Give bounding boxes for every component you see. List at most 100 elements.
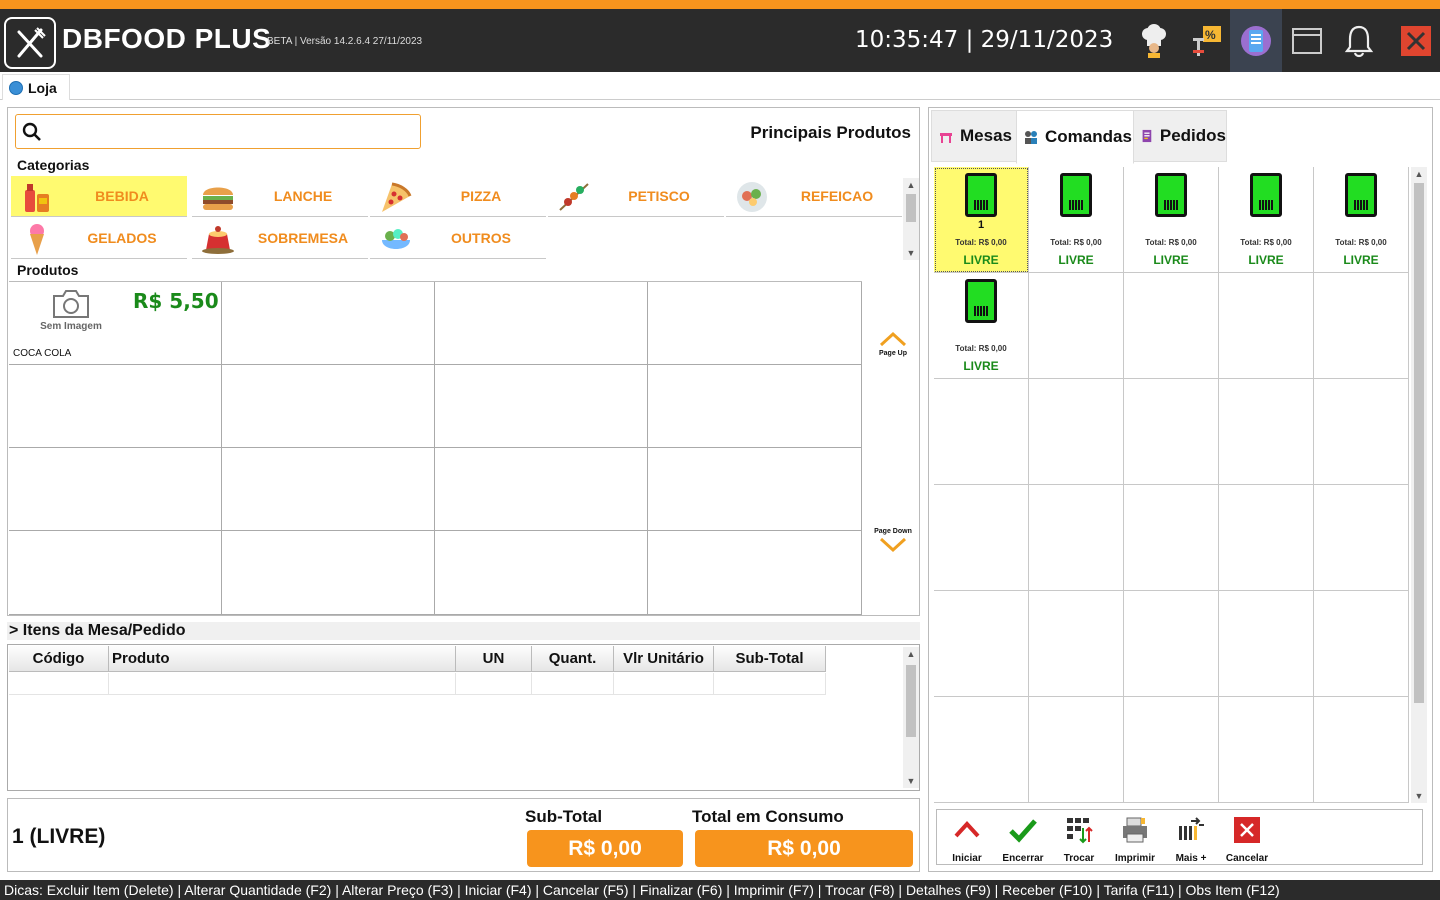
comanda-slot — [934, 591, 1029, 697]
mais-button[interactable]: Mais + — [1163, 814, 1219, 864]
comandas-grid: 1 Total: R$ 0,00 LIVRE Total: R$ 0,00 LI… — [934, 167, 1409, 803]
page-up-button[interactable]: Page Up — [873, 330, 913, 357]
scroll-down-arrow-icon[interactable]: ▼ — [903, 246, 919, 260]
comanda-slot — [934, 379, 1029, 485]
burger-icon — [203, 187, 233, 210]
comanda-slot — [1029, 591, 1124, 697]
comanda-slot — [934, 697, 1029, 803]
tab-loja[interactable]: Loja — [2, 74, 70, 100]
iniciar-button[interactable]: Iniciar — [939, 814, 995, 864]
chef-hat-icon[interactable] — [1128, 9, 1180, 72]
page-down-button[interactable]: Page Down — [873, 528, 913, 555]
product-slot[interactable] — [435, 448, 648, 531]
imprimir-button[interactable]: Imprimir — [1107, 814, 1163, 864]
scroll-down-arrow-icon[interactable]: ▼ — [1411, 789, 1427, 803]
category-lanche[interactable]: LANCHE — [192, 176, 368, 217]
subtotal-value: R$ 0,00 — [527, 830, 683, 867]
category-gelados[interactable]: GELADOS — [11, 218, 187, 259]
encerrar-button[interactable]: Encerrar — [995, 814, 1051, 864]
camera-icon — [53, 290, 89, 318]
window-icon[interactable] — [1281, 9, 1333, 72]
clock-display: 10:35:47 | 29/11/2023 — [855, 27, 1114, 53]
product-slot[interactable] — [648, 365, 862, 448]
product-slot[interactable] — [9, 448, 222, 531]
comanda-slot — [1219, 485, 1314, 591]
comanda-card[interactable]: Total: R$ 0,00 LIVRE — [1314, 167, 1409, 273]
scroll-thumb[interactable] — [906, 665, 916, 737]
product-slot[interactable] — [435, 531, 648, 615]
comanda-card[interactable]: 1 Total: R$ 0,00 LIVRE — [934, 167, 1029, 273]
category-sobremesa[interactable]: SOBREMESA — [192, 218, 368, 259]
table-cell — [456, 673, 532, 695]
search-input[interactable] — [15, 114, 421, 149]
tab-comandas[interactable]: Comandas — [1016, 110, 1134, 164]
categories-scrollbar[interactable]: ▲ ▼ — [903, 178, 919, 260]
comanda-slot — [1029, 697, 1124, 803]
comanda-slot — [1124, 273, 1219, 379]
cancelar-button[interactable]: Cancelar — [1219, 814, 1275, 864]
category-outros[interactable]: OUTROS — [370, 218, 546, 259]
comanda-slot — [1029, 485, 1124, 591]
product-slot[interactable] — [222, 448, 435, 531]
comanda-card[interactable]: Total: R$ 0,00 LIVRE — [934, 273, 1029, 379]
category-pizza[interactable]: PIZZA — [370, 176, 546, 217]
category-bebida[interactable]: BEBIDA — [11, 176, 187, 217]
col-un[interactable]: UN — [456, 646, 532, 672]
search-icon — [22, 122, 41, 141]
items-section-header[interactable]: > Itens da Mesa/Pedido — [7, 622, 920, 640]
product-slot[interactable] — [648, 282, 862, 365]
skewer-icon — [559, 183, 589, 211]
consumo-value: R$ 0,00 — [695, 830, 913, 867]
scroll-up-arrow-icon[interactable]: ▲ — [903, 178, 919, 192]
col-vlr-unitario[interactable]: Vlr Unitário — [614, 646, 714, 672]
accent-strip — [0, 0, 1440, 9]
product-slot[interactable] — [435, 365, 648, 448]
tablet-icon[interactable] — [1230, 9, 1282, 72]
pizza-icon — [382, 182, 412, 212]
col-subtotal[interactable]: Sub-Total — [714, 646, 826, 672]
products-label: Produtos — [17, 262, 79, 278]
section-title: Principais Produtos — [750, 123, 911, 142]
product-slot[interactable] — [222, 282, 435, 365]
items-scrollbar[interactable]: ▲ ▼ — [903, 647, 919, 788]
col-quant[interactable]: Quant. — [532, 646, 614, 672]
comanda-card[interactable]: Total: R$ 0,00 LIVRE — [1219, 167, 1314, 273]
salad-icon — [382, 229, 410, 249]
tab-pedidos[interactable]: Pedidos — [1133, 110, 1227, 162]
product-slot[interactable] — [648, 448, 862, 531]
table-cell — [714, 673, 826, 695]
comanda-slot — [1219, 379, 1314, 485]
col-codigo[interactable]: Código — [9, 646, 109, 672]
category-petisco[interactable]: PETISCO — [548, 176, 724, 217]
dessert-icon — [202, 226, 234, 254]
discount-icon[interactable]: % — [1180, 9, 1232, 72]
products-grid: Sem Imagem R$ 5,50 COCA COLA — [9, 281, 862, 615]
scroll-up-arrow-icon[interactable]: ▲ — [903, 647, 919, 661]
product-slot[interactable] — [435, 282, 648, 365]
main-tabstrip: Loja — [0, 72, 1440, 100]
comanda-slot — [1314, 273, 1409, 379]
product-slot[interactable] — [222, 365, 435, 448]
tab-mesas[interactable]: Mesas — [931, 110, 1017, 162]
scroll-thumb[interactable] — [906, 194, 916, 222]
scroll-thumb[interactable] — [1414, 183, 1424, 703]
bell-icon[interactable] — [1333, 9, 1385, 72]
comandas-scrollbar[interactable]: ▲ ▼ — [1411, 167, 1427, 803]
order-icon — [1142, 129, 1152, 143]
category-refeicao[interactable]: REFEICAO — [726, 176, 902, 217]
comanda-card[interactable]: Total: R$ 0,00 LIVRE — [1124, 167, 1219, 273]
totals-panel: 1 (LIVRE) Sub-Total R$ 0,00 Total em Con… — [7, 798, 920, 872]
chevron-down-icon — [879, 537, 907, 553]
comanda-slot — [1219, 697, 1314, 803]
comanda-card[interactable]: Total: R$ 0,00 LIVRE — [1029, 167, 1124, 273]
product-slot[interactable] — [222, 531, 435, 615]
trocar-button[interactable]: Trocar — [1051, 814, 1107, 864]
col-produto[interactable]: Produto — [109, 646, 456, 672]
scroll-up-arrow-icon[interactable]: ▲ — [1411, 167, 1427, 181]
scroll-down-arrow-icon[interactable]: ▼ — [903, 774, 919, 788]
product-card[interactable]: Sem Imagem R$ 5,50 COCA COLA — [9, 282, 222, 365]
product-slot[interactable] — [648, 531, 862, 615]
product-slot[interactable] — [9, 531, 222, 615]
product-slot[interactable] — [9, 365, 222, 448]
close-icon[interactable] — [1390, 9, 1440, 72]
